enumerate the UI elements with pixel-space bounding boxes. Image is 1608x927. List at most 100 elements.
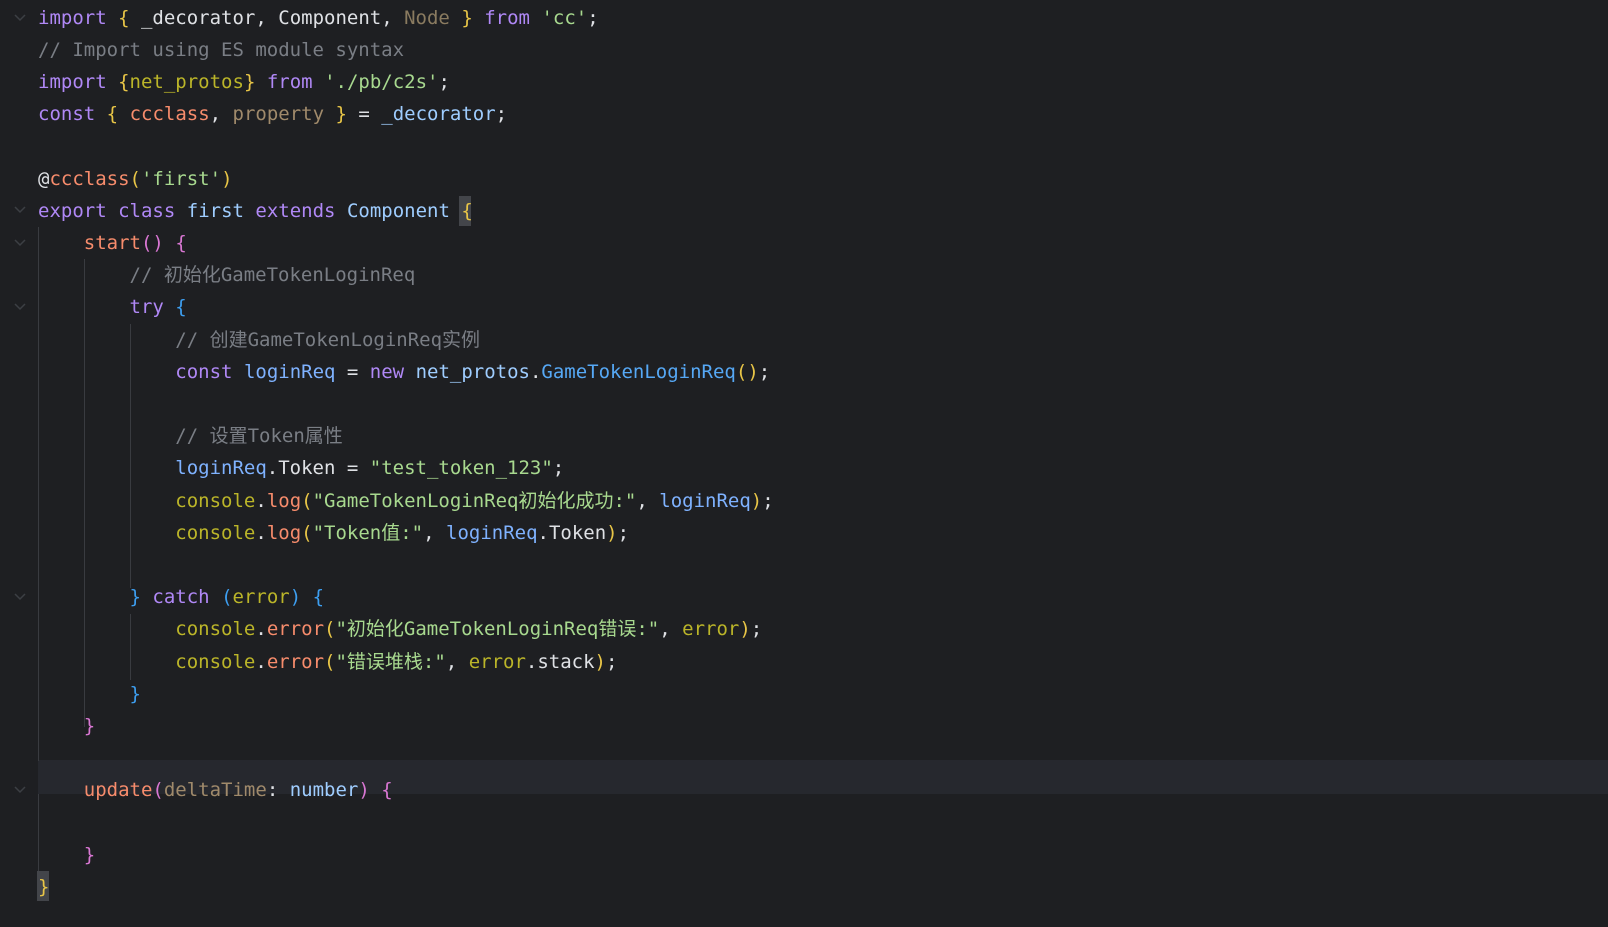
code-line[interactable]: } (0, 678, 1608, 711)
code-token: } (243, 70, 256, 93)
code-token: { (175, 296, 187, 319)
code-token: ccclass (129, 103, 210, 126)
code-token: : (266, 779, 290, 802)
code-line[interactable]: console.log("Token值:", loginReq.Token); (0, 517, 1608, 550)
code-line[interactable]: @ccclass('first') (0, 163, 1608, 196)
code-line-text: console.error("初始化GameTokenLoginReq错误:",… (38, 613, 762, 646)
code-line[interactable] (0, 388, 1608, 421)
code-line[interactable]: } (0, 871, 1608, 904)
code-line[interactable]: start() { (0, 227, 1608, 260)
code-token: loginReq (243, 360, 336, 383)
code-token: @ (38, 167, 50, 190)
code-token: './pb/c2s' (324, 70, 439, 93)
code-token: const (175, 360, 233, 383)
code-line[interactable]: // Import using ES module syntax (0, 34, 1608, 67)
code-token: } (461, 6, 473, 29)
code-token: ( (324, 650, 336, 673)
code-token: ) (358, 779, 370, 802)
code-line[interactable]: import {net_protos} from './pb/c2s'; (0, 66, 1608, 99)
code-token: 'first' (140, 167, 222, 190)
code-line-text: console.log("GameTokenLoginReq初始化成功:", l… (38, 485, 773, 518)
code-token: log (266, 521, 302, 544)
code-line[interactable]: import { _decorator, Component, Node } f… (0, 2, 1608, 35)
code-token: { (175, 231, 187, 254)
code-token: number (289, 779, 359, 802)
code-line[interactable]: loginReq.Token = "test_token_123"; (0, 452, 1608, 485)
code-line-text: const { ccclass, property } = _decorator… (38, 98, 507, 131)
code-token: // 创建GameTokenLoginReq实例 (175, 328, 481, 351)
code-token: { (118, 70, 130, 93)
code-token: error (682, 618, 740, 641)
code-token: import (38, 70, 107, 93)
code-token: update (83, 779, 153, 802)
code-token: error (468, 650, 526, 673)
code-token: error (232, 586, 290, 609)
code-token: .Token (537, 521, 607, 544)
code-token: _decorator, Component, (129, 6, 405, 29)
code-token: net_protos (415, 360, 530, 383)
code-token: , (423, 521, 446, 544)
code-token: new (369, 360, 405, 383)
code-token: .Token = (266, 457, 370, 480)
code-line[interactable]: console.error("初始化GameTokenLoginReq错误:",… (0, 613, 1608, 646)
code-token: class (118, 199, 176, 222)
code-line[interactable]: console.error("错误堆栈:", error.stack); (0, 646, 1608, 679)
code-line-text: console.log("Token值:", loginReq.Token); (38, 517, 629, 550)
code-line[interactable]: update(deltaTime: number) { (0, 774, 1608, 807)
code-line[interactable]: const { ccclass, property } = _decorator… (0, 98, 1608, 131)
code-line[interactable]: console.log("GameTokenLoginReq初始化成功:", l… (0, 485, 1608, 518)
code-token: console (175, 618, 256, 641)
code-token: console (175, 521, 256, 544)
code-line-text: } (38, 678, 141, 711)
code-token: console (175, 650, 256, 673)
code-line[interactable]: const loginReq = new net_protos.GameToke… (0, 356, 1608, 389)
code-token: extends (255, 199, 336, 222)
code-line[interactable]: } (0, 710, 1608, 743)
code-line[interactable]: } (0, 839, 1608, 872)
code-line[interactable] (0, 130, 1608, 163)
code-line-text: loginReq.Token = "test_token_123"; (38, 452, 564, 485)
code-token: ( (301, 489, 313, 512)
code-token: "GameTokenLoginReq初始化成功:" (312, 489, 637, 512)
code-token: { (461, 199, 473, 222)
code-token: { (312, 586, 325, 609)
code-line-text: export class first extends Component { (38, 195, 473, 228)
code-token: // 设置Token属性 (175, 425, 343, 448)
code-line[interactable]: } catch (error) { (0, 581, 1608, 614)
code-token: } (83, 714, 96, 737)
code-editor[interactable]: import { _decorator, Component, Node } f… (0, 0, 1608, 927)
code-token: deltaTime (163, 779, 267, 802)
code-token: "错误堆栈:" (335, 650, 446, 673)
code-token: ) (606, 521, 618, 544)
code-token: } (38, 875, 50, 898)
code-line[interactable]: try { (0, 291, 1608, 324)
code-token: ) (594, 650, 606, 673)
code-line[interactable] (0, 549, 1608, 582)
code-token: 'cc' (541, 6, 588, 29)
code-line[interactable] (0, 807, 1608, 840)
code-line[interactable]: // 创建GameTokenLoginReq实例 (0, 324, 1608, 357)
code-token: } (129, 682, 141, 705)
code-token: "test_token_123" (369, 457, 553, 480)
code-line[interactable] (0, 742, 1608, 775)
code-line[interactable]: export class first extends Component { (0, 195, 1608, 228)
code-line[interactable]: // 初始化GameTokenLoginReq (0, 259, 1608, 292)
code-token: ; (758, 360, 771, 383)
code-line[interactable]: // 设置Token属性 (0, 420, 1608, 453)
code-line-text: // Import using ES module syntax (38, 34, 404, 67)
code-token: () (735, 360, 759, 383)
code-token: Component (346, 199, 450, 222)
